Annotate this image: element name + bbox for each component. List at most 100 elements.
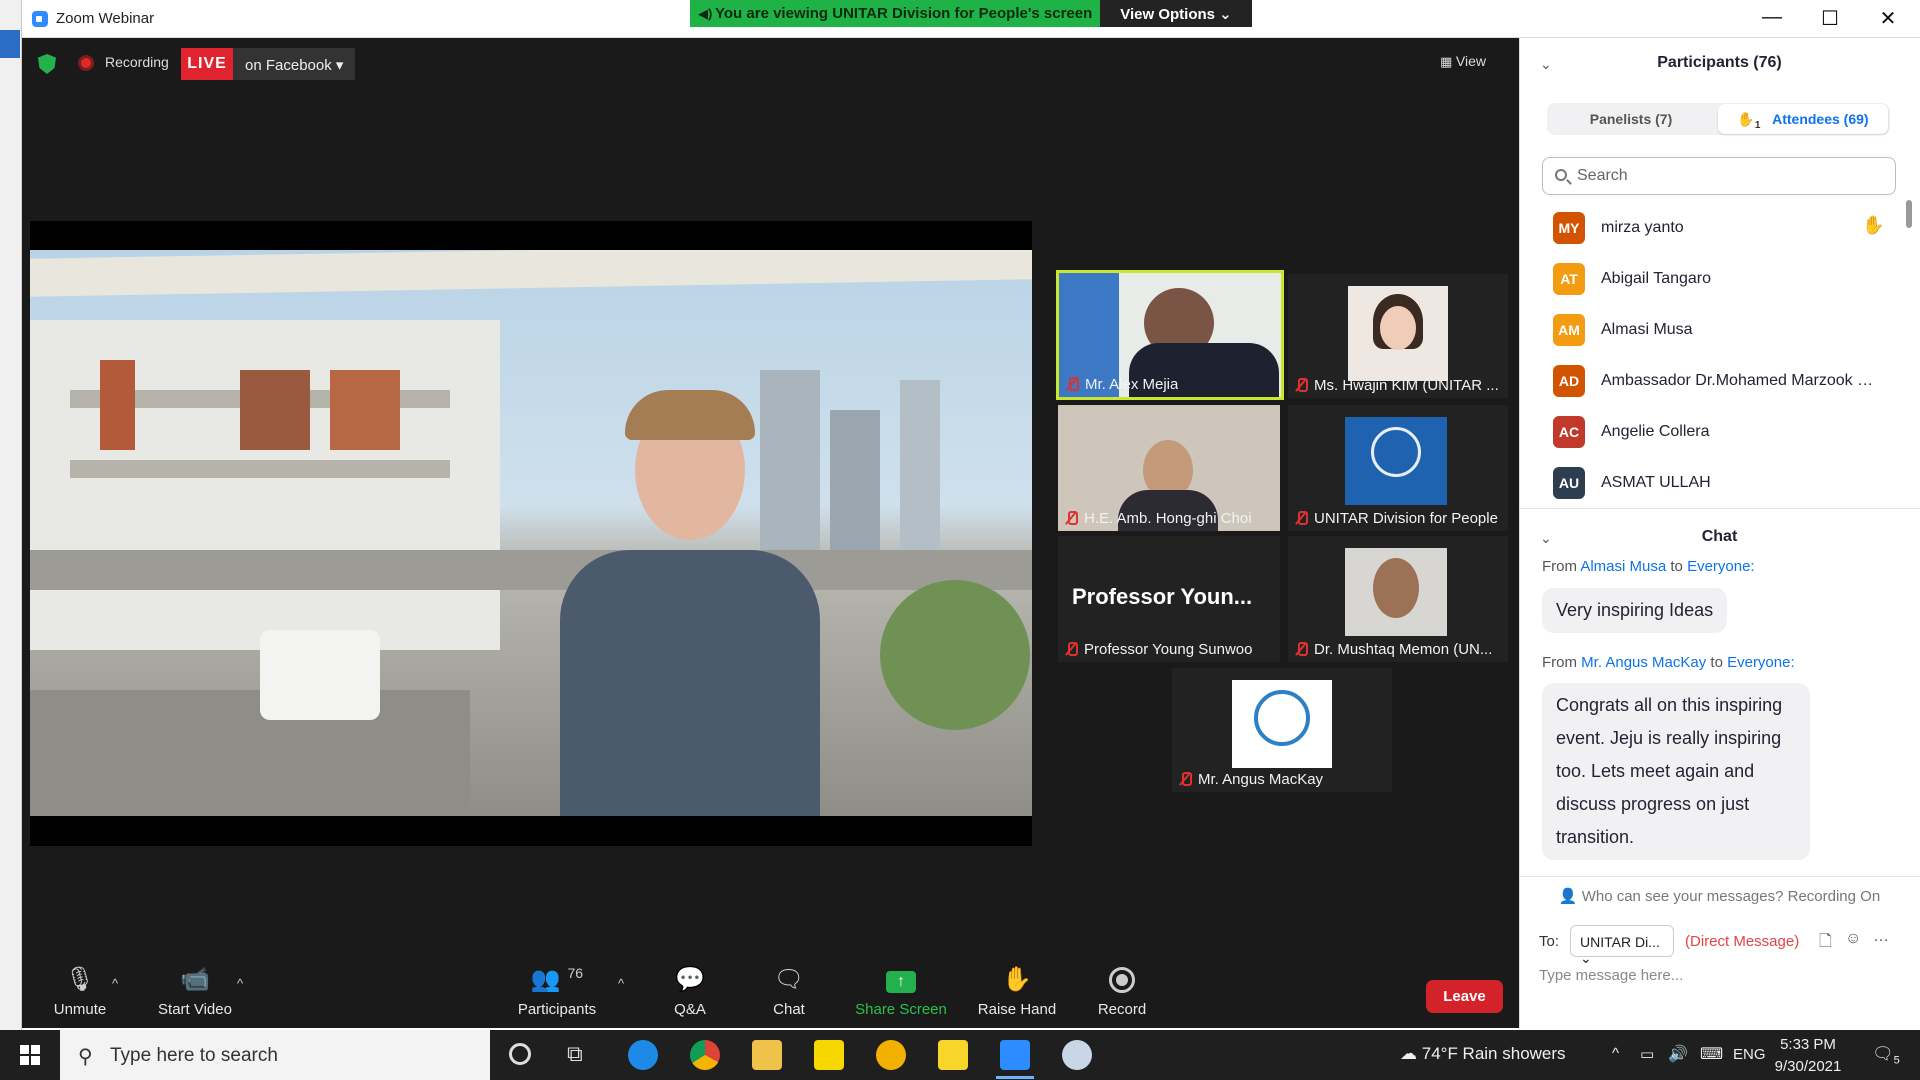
chat-divider — [1519, 876, 1920, 877]
raise-hand-button[interactable]: ✋ Raise Hand — [967, 965, 1067, 1018]
participant-list-name: ASMAT ULLAH — [1601, 474, 1711, 491]
video-tile[interactable]: Ms. Hwajin KIM (UNITAR ... — [1288, 274, 1508, 398]
participant-list-name: Angelie Collera — [1601, 423, 1710, 440]
participant-name: Mr. Alex Mejia — [1085, 376, 1179, 393]
live-on-facebook-dropdown[interactable]: on Facebook ▾ — [233, 48, 355, 80]
paint-icon[interactable] — [1062, 1040, 1092, 1070]
kakaotalk-icon[interactable] — [814, 1040, 844, 1070]
close-button[interactable]: ✕ — [1868, 6, 1908, 32]
file-icon[interactable]: 🗋 — [1819, 930, 1832, 957]
network-icon[interactable]: ⌨ — [1700, 1044, 1723, 1064]
chat-message-header: From Mr. Angus MacKay to Everyone: — [1542, 654, 1795, 671]
chat-button[interactable]: 🗨 Chat — [739, 965, 839, 1018]
video-tile[interactable]: Mr. Angus MacKay — [1172, 668, 1392, 792]
weather-widget[interactable]: ☁ 74°F Rain showers — [1400, 1044, 1566, 1064]
participant-list-item[interactable]: AD Ambassador Dr.Mohamed Marzook M... — [1553, 359, 1893, 399]
participant-name: Dr. Mushtaq Memon (UN... — [1314, 641, 1493, 658]
qa-label: Q&A — [674, 1001, 706, 1018]
unmute-button[interactable]: 🎙 Unmute — [30, 965, 130, 1018]
raised-hand-icon: ✋ — [1737, 111, 1755, 127]
chat-privacy-notice[interactable]: 👤 Who can see your messages? Recording O… — [1519, 887, 1920, 905]
start-video-button[interactable]: 📹 Start Video — [145, 965, 245, 1018]
video-off-icon: 📹 — [180, 966, 210, 993]
more-options-icon[interactable]: … — [1873, 928, 1889, 946]
participant-name-placeholder: Professor Youn... — [1072, 584, 1253, 609]
battery-icon[interactable]: ▭ — [1640, 1045, 1654, 1063]
share-screen-label: Share Screen — [855, 1001, 947, 1018]
video-tile[interactable]: H.E. Amb. Hong-ghi Choi — [1058, 405, 1280, 531]
start-button[interactable] — [0, 1030, 60, 1080]
sticky-notes-icon[interactable] — [938, 1040, 968, 1070]
video-options-caret-icon[interactable]: ^ — [237, 976, 243, 991]
screen-share-banner: ◀) You are viewing UNITAR Division for P… — [690, 0, 1100, 27]
raised-hand-icon: ✋ — [1862, 215, 1885, 235]
participants-label: Participants — [517, 1001, 597, 1018]
qa-button[interactable]: 💬 Q&A — [640, 965, 740, 1018]
chat-message-input[interactable]: Type message here... — [1539, 967, 1683, 984]
shared-video-content — [30, 250, 1032, 816]
taskbar-search-box[interactable]: ⚲ Type here to search — [60, 1030, 490, 1080]
search-placeholder: Search — [1577, 167, 1628, 184]
video-tile[interactable]: UNITAR Division for People — [1288, 405, 1508, 531]
participant-list-scrollbar[interactable] — [1906, 200, 1912, 228]
show-hidden-icons-chevron-icon[interactable]: ^ — [1612, 1045, 1619, 1062]
tab-panelists[interactable]: Panelists (7) — [1547, 103, 1715, 135]
zoom-taskbar-icon[interactable] — [1000, 1040, 1030, 1070]
emoji-icon[interactable]: ☺ — [1845, 930, 1861, 948]
chat-title: Chat — [1701, 528, 1738, 545]
volume-icon[interactable]: 🔊 — [1668, 1044, 1688, 1064]
chat-recipient[interactable]: Everyone: — [1687, 558, 1755, 575]
qa-icon: 💬 — [675, 966, 705, 993]
clock-date: 9/30/2021 — [1774, 1058, 1842, 1075]
notifications-icon[interactable]: 🗨5 — [1872, 1044, 1900, 1066]
view-layout-button[interactable]: ▦ View — [1440, 48, 1502, 76]
participant-search-input[interactable]: Search — [1542, 157, 1896, 195]
record-button[interactable]: Record — [1072, 965, 1172, 1018]
minimize-button[interactable]: — — [1752, 6, 1792, 32]
participant-list-item[interactable]: AU ASMAT ULLAH — [1553, 461, 1893, 501]
edge-browser-icon[interactable] — [628, 1040, 658, 1070]
chat-sender[interactable]: Almasi Musa — [1580, 558, 1666, 575]
participant-name: H.E. Amb. Hong-ghi Choi — [1084, 510, 1252, 527]
chat-recipient-dropdown[interactable]: UNITAR Di... ⌄ — [1570, 925, 1674, 966]
video-tile[interactable]: Dr. Mushtaq Memon (UN... — [1288, 536, 1508, 662]
participant-list-item[interactable]: AT Abigail Tangaro — [1553, 257, 1893, 297]
app-x-icon[interactable] — [876, 1040, 906, 1070]
audio-options-caret-icon[interactable]: ^ — [112, 976, 118, 991]
language-indicator[interactable]: ENG — [1733, 1046, 1766, 1063]
task-view-icon[interactable]: ⧉ — [567, 1041, 583, 1067]
video-tile[interactable]: Professor Youn... Professor Young Sunwoo — [1058, 536, 1280, 662]
chat-recipient[interactable]: Everyone: — [1727, 654, 1795, 671]
participants-panel-title: Participants (76) — [1657, 54, 1782, 71]
file-explorer-icon[interactable] — [752, 1040, 782, 1070]
leave-button[interactable]: Leave — [1426, 980, 1503, 1013]
recording-label: Recording — [105, 54, 169, 70]
windows-logo-icon — [20, 1045, 40, 1065]
participant-list-item[interactable]: AC Angelie Collera — [1553, 410, 1893, 450]
avatar: MY — [1553, 212, 1585, 244]
live-badge: LIVE — [181, 48, 233, 80]
un-emblem — [1371, 427, 1421, 477]
cortana-icon[interactable] — [509, 1043, 531, 1065]
search-icon — [1555, 169, 1567, 181]
participant-list-item[interactable]: MY mirza yanto — [1553, 206, 1893, 246]
participants-button[interactable]: 👥 76 Participants — [507, 965, 607, 1018]
chrome-icon[interactable] — [690, 1040, 720, 1070]
tab-attendees-label: Attendees (69) — [1772, 111, 1869, 127]
maximize-button[interactable]: ☐ — [1810, 6, 1850, 32]
tab-attendees[interactable]: ✋1 Attendees (69) — [1718, 104, 1888, 134]
participants-caret-icon[interactable]: ^ — [618, 976, 624, 991]
view-options-button[interactable]: View Options ⌄ — [1100, 0, 1252, 27]
chat-sender[interactable]: Mr. Angus MacKay — [1581, 654, 1706, 671]
zoom-app-icon — [32, 11, 48, 27]
raised-hand-count: 1 — [1754, 119, 1761, 131]
participant-list-item[interactable]: AM Almasi Musa — [1553, 308, 1893, 348]
avatar: AM — [1553, 314, 1585, 346]
record-label: Record — [1097, 1001, 1147, 1018]
grid-icon: ▦ — [1440, 54, 1456, 69]
avatar: AU — [1553, 467, 1585, 499]
taskbar-clock[interactable]: 5:33 PM 9/30/2021 — [1768, 1034, 1848, 1078]
window-title: Zoom Webinar — [56, 10, 155, 27]
share-screen-button[interactable]: ↑ Share Screen — [851, 965, 951, 1018]
video-tile[interactable]: Mr. Alex Mejia — [1056, 270, 1284, 400]
